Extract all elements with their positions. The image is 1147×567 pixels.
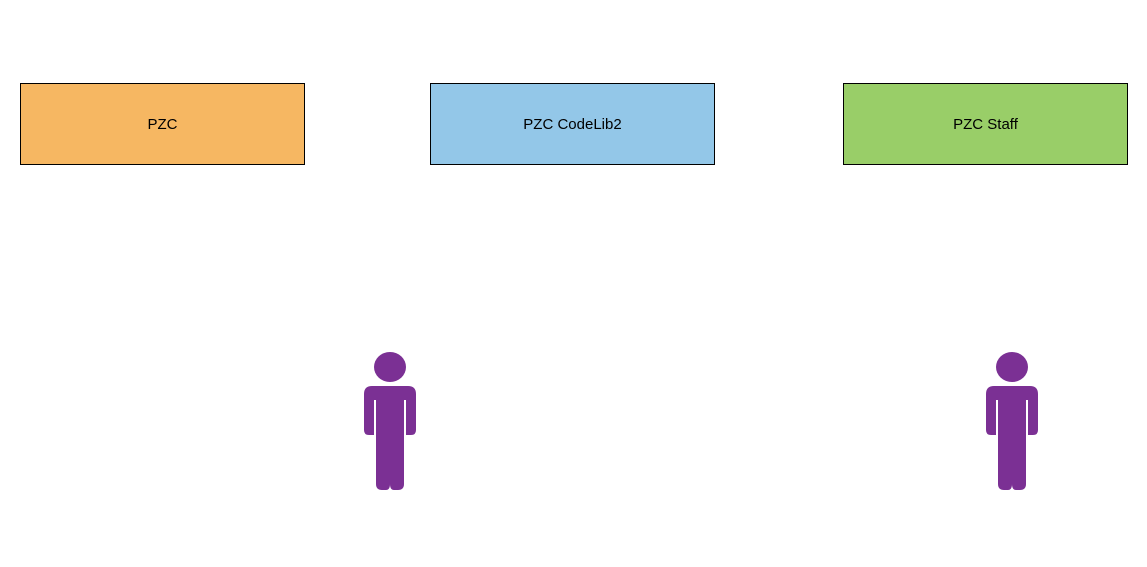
box-pzc-label: PZC xyxy=(148,116,178,133)
person-icon xyxy=(350,350,430,490)
box-staff-label: PZC Staff xyxy=(953,116,1018,133)
box-staff: PZC Staff xyxy=(843,83,1128,165)
box-codelib: PZC CodeLib2 xyxy=(430,83,715,165)
person-icon xyxy=(972,350,1052,490)
box-pzc: PZC xyxy=(20,83,305,165)
box-codelib-label: PZC CodeLib2 xyxy=(523,116,621,133)
